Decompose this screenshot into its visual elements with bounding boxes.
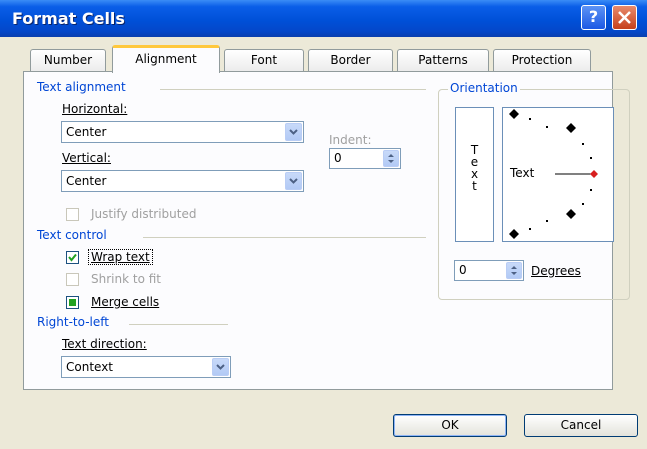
tab-label: Alignment: [135, 52, 197, 66]
dial-marker-minus45: [566, 209, 576, 219]
tab-font[interactable]: Font: [224, 49, 304, 71]
title-bar[interactable]: Format Cells ?: [0, 0, 647, 37]
tab-label: Border: [330, 53, 371, 67]
vertical-text-button[interactable]: T e x t: [455, 107, 494, 242]
degrees-spinner[interactable]: 0: [454, 260, 524, 281]
wrap-text-label: Wrap text: [88, 249, 153, 265]
spin-arrows-icon[interactable]: [383, 150, 399, 167]
divider: [143, 237, 426, 238]
text-control-heading: Text control: [37, 228, 107, 242]
orientation-dial[interactable]: Text: [502, 107, 614, 242]
text-direction-label: Text direction:: [62, 337, 147, 351]
help-button[interactable]: ?: [581, 5, 606, 30]
tab-number[interactable]: Number: [30, 49, 106, 71]
indent-value: 0: [334, 151, 342, 165]
merge-cells-label: Merge cells: [91, 295, 160, 309]
close-icon: [618, 11, 631, 24]
orientation-heading: Orientation: [448, 81, 520, 95]
dial-marker-bottom: [509, 229, 519, 239]
tab-label: Font: [250, 53, 278, 67]
divider: [160, 89, 426, 90]
ok-button[interactable]: OK: [393, 414, 507, 437]
wrap-text-checkbox[interactable]: [66, 251, 79, 264]
dial-text: Text: [510, 166, 535, 180]
degrees-value: 0: [459, 263, 467, 277]
horizontal-value: Center: [66, 125, 107, 139]
indent-label: Indent:: [329, 133, 372, 147]
degrees-label: Degrees: [531, 264, 581, 278]
format-cells-dialog: Format Cells ? Number Alignment Font Bor…: [0, 0, 647, 449]
shrink-to-fit-checkbox[interactable]: [66, 273, 79, 286]
indeterminate-icon: [69, 299, 76, 306]
chevron-down-icon[interactable]: [285, 123, 302, 141]
divider: [129, 324, 228, 325]
vertical-letter: t: [472, 179, 477, 193]
dial-marker-45: [566, 123, 576, 133]
dial-handle: [590, 170, 598, 178]
justify-distributed-label: Justify distributed: [91, 207, 197, 221]
tab-label: Protection: [511, 53, 573, 67]
tab-protection[interactable]: Protection: [493, 49, 591, 71]
tab-label: Patterns: [418, 53, 468, 67]
indent-spinner[interactable]: 0: [329, 148, 401, 169]
merge-cells-checkbox[interactable]: [66, 296, 79, 309]
vertical-label: Vertical:: [62, 151, 111, 165]
vertical-value: Center: [66, 174, 107, 188]
cancel-button[interactable]: Cancel: [524, 414, 638, 437]
tab-label: Number: [43, 53, 93, 67]
dial-marker-top: [509, 109, 519, 119]
vertical-select[interactable]: Center: [61, 170, 304, 192]
horizontal-select[interactable]: Center: [61, 121, 304, 143]
spin-arrows-icon[interactable]: [506, 262, 522, 279]
window-title: Format Cells: [12, 9, 125, 28]
help-icon: ?: [588, 7, 599, 26]
justify-distributed-checkbox[interactable]: [66, 208, 79, 221]
close-button[interactable]: [612, 5, 637, 30]
tab-alignment[interactable]: Alignment: [112, 45, 220, 73]
text-direction-select[interactable]: Context: [61, 356, 231, 378]
text-alignment-heading: Text alignment: [37, 80, 126, 94]
chevron-down-icon[interactable]: [285, 172, 302, 190]
vertical-text: T e x t: [456, 144, 493, 192]
shrink-to-fit-label: Shrink to fit: [91, 272, 161, 286]
checkmark-icon: [68, 253, 77, 262]
tab-patterns[interactable]: Patterns: [397, 49, 489, 71]
text-direction-value: Context: [66, 360, 114, 374]
horizontal-label: Horizontal:: [62, 102, 128, 116]
tab-border[interactable]: Border: [308, 49, 393, 71]
chevron-down-icon[interactable]: [212, 358, 229, 376]
right-to-left-heading: Right-to-left: [37, 315, 109, 329]
